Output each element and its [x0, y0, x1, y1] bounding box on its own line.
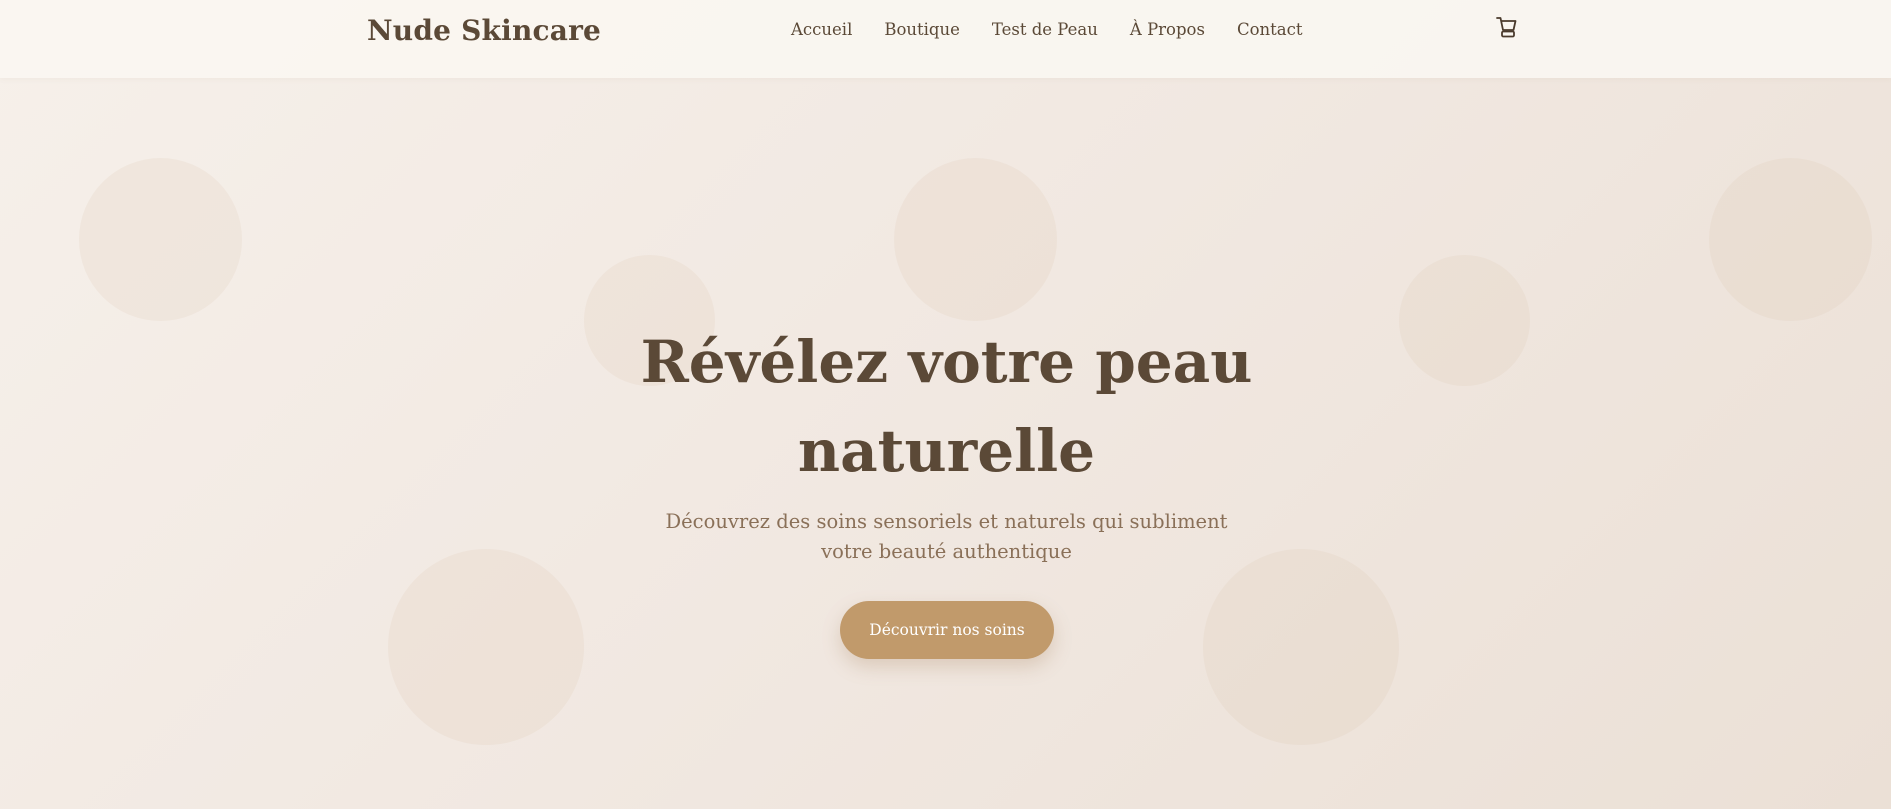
hero-title: Révélez votre peau naturelle — [640, 328, 1253, 485]
main-nav: Accueil Boutique Test de Peau À Propos C… — [791, 20, 1303, 39]
brand-logo[interactable]: Nude Skincare — [367, 14, 601, 47]
hero-section: Révélez votre peau naturelle Découvrez d… — [0, 78, 1891, 809]
site-header: Nude Skincare Accueil Boutique Test de P… — [0, 0, 1891, 78]
decorative-circle — [1399, 255, 1530, 386]
decorative-circle — [388, 549, 584, 745]
nav-link-contact[interactable]: Contact — [1237, 20, 1303, 39]
decorative-circle — [894, 158, 1057, 321]
decorative-circle — [1203, 549, 1399, 745]
hero-subtitle: Découvrez des soins sensoriels et nature… — [665, 510, 1228, 563]
nav-link-a-propos[interactable]: À Propos — [1130, 20, 1205, 39]
nav-link-test-de-peau[interactable]: Test de Peau — [992, 20, 1098, 39]
nav-link-accueil[interactable]: Accueil — [791, 20, 852, 39]
shopping-cart-icon[interactable] — [1496, 16, 1518, 40]
nav-link-boutique[interactable]: Boutique — [884, 20, 960, 39]
discover-products-button[interactable]: Découvrir nos soins — [840, 601, 1054, 659]
decorative-circle — [79, 158, 242, 321]
decorative-circle — [1709, 158, 1872, 321]
